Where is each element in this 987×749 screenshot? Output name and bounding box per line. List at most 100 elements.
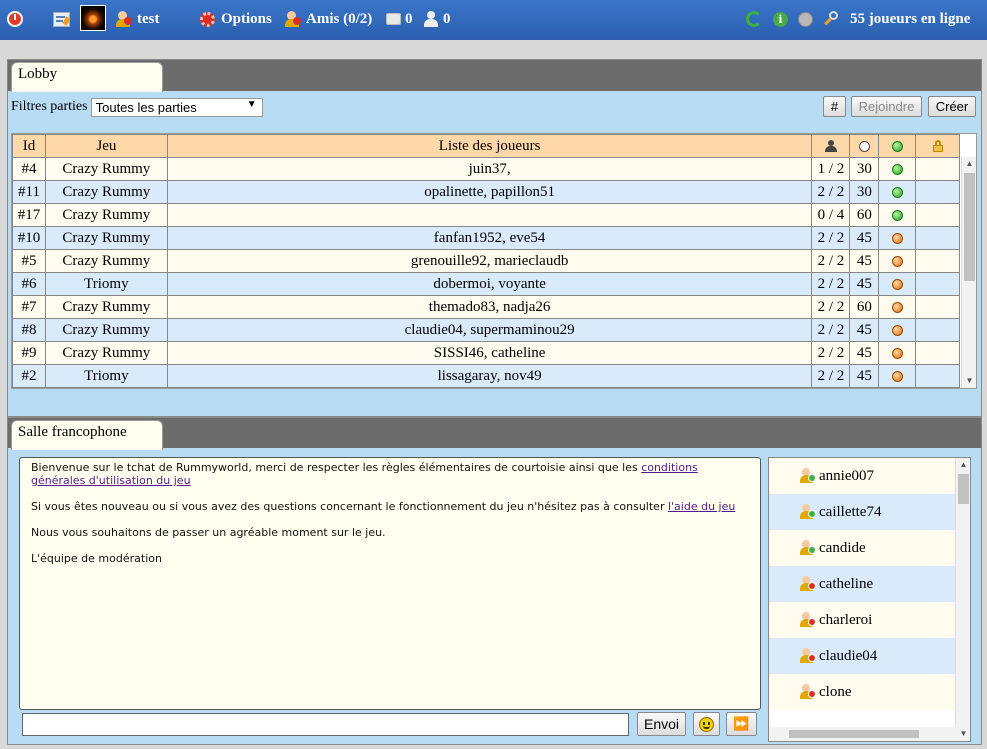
player-count-cell: 2 / 2 — [811, 226, 851, 250]
table-row[interactable]: #5 Crazy Rummy grenouille92, marieclaudb 2 … — [12, 249, 976, 273]
tab-salle-francophone[interactable]: Salle francophone — [11, 420, 163, 450]
game-id-cell: #5 — [12, 249, 46, 273]
scroll-down-arrow[interactable]: ▼ — [962, 374, 976, 388]
time-cell: 45 — [849, 364, 880, 388]
player-count-cell: 1 / 2 — [811, 157, 851, 181]
table-row[interactable]: #8 Crazy Rummy claudie04, supermaminou29 2 … — [12, 318, 976, 342]
tab-lobby[interactable]: Lobby — [11, 62, 163, 92]
users-scrollbar[interactable]: ▲ ▼ — [955, 458, 970, 741]
refresh-icon[interactable] — [746, 8, 762, 30]
chat-message: Bienvenue sur le tchat de Rummyworld, me… — [31, 461, 749, 487]
smiley-button[interactable] — [693, 712, 720, 736]
player-count-cell: 0 / 4 — [811, 203, 851, 227]
user-list-item[interactable]: caillette74 — [769, 494, 970, 530]
info-icon[interactable]: i — [773, 8, 788, 30]
status-dot-icon — [891, 163, 903, 175]
column-header-players[interactable]: Liste des joueurs — [166, 134, 813, 158]
table-row[interactable]: #11 Crazy Rummy opalinette, papillon51 2 / … — [12, 180, 976, 204]
options-link[interactable]: Options — [221, 8, 272, 30]
edit-profile-icon[interactable] — [53, 8, 71, 30]
game-type-cell: Crazy Rummy — [44, 295, 168, 319]
scroll-up-arrow[interactable]: ▲ — [962, 157, 976, 171]
players-cell: fanfan1952, eve54 — [166, 226, 813, 250]
message-icon[interactable] — [386, 8, 401, 30]
scroll-thumb[interactable] — [958, 474, 969, 504]
game-type-cell: Crazy Rummy — [44, 341, 168, 365]
hash-button[interactable]: # — [823, 96, 846, 117]
sound-icon[interactable] — [798, 8, 813, 30]
time-cell: 45 — [849, 318, 880, 342]
user-status-icon — [800, 576, 816, 592]
column-header-time[interactable] — [849, 134, 880, 158]
time-cell: 45 — [849, 341, 880, 365]
column-header-lock[interactable] — [915, 134, 961, 158]
player-count-cell: 2 / 2 — [811, 341, 851, 365]
avatar[interactable] — [80, 5, 106, 31]
hscroll-thumb[interactable] — [789, 730, 919, 738]
column-header-game[interactable]: Jeu — [44, 134, 168, 158]
requests-count[interactable]: 0 — [443, 8, 451, 30]
scroll-thumb[interactable] — [964, 173, 975, 281]
users-hscrollbar[interactable] — [769, 727, 957, 741]
help-link[interactable]: l'aide du jeu — [668, 500, 735, 513]
table-header-row: Id Jeu Liste des joueurs — [12, 134, 976, 158]
create-button[interactable]: Créer — [928, 96, 976, 117]
username[interactable]: test — [137, 8, 160, 30]
user-name: clone — [819, 683, 852, 700]
table-row[interactable]: #17 Crazy Rummy 0 / 4 60 — [12, 203, 976, 227]
user-name: claudie04 — [819, 647, 878, 664]
column-header-count[interactable] — [811, 134, 851, 158]
game-type-cell: Crazy Rummy — [44, 318, 168, 342]
forward-button[interactable]: ⏩ — [726, 712, 757, 736]
lock-cell — [915, 295, 961, 319]
scroll-down-arrow[interactable]: ▼ — [956, 727, 970, 741]
user-list-item[interactable]: claudie04 — [769, 638, 970, 674]
search-icon[interactable] — [823, 8, 839, 30]
online-count: 55 joueurs en ligne — [850, 10, 971, 27]
game-type-cell: Triomy — [44, 364, 168, 388]
table-row[interactable]: #10 Crazy Rummy fanfan1952, eve54 2 / 2 45 — [12, 226, 976, 250]
chevron-down-icon: ▼ — [246, 98, 257, 110]
user-list-item[interactable]: clone — [769, 674, 970, 710]
status-dot-icon — [891, 186, 903, 198]
games-scrollbar[interactable]: ▲ ▼ — [961, 157, 976, 388]
lock-cell — [915, 203, 961, 227]
scroll-header-gap — [959, 134, 976, 158]
send-button[interactable]: Envoi — [637, 712, 686, 736]
user-list-item[interactable]: catheline — [769, 566, 970, 602]
user-status-icon — [800, 684, 816, 700]
game-id-cell: #11 — [12, 180, 46, 204]
table-row[interactable]: #4 Crazy Rummy juin37, 1 / 2 30 — [12, 157, 976, 181]
clock-icon — [858, 140, 870, 152]
table-row[interactable]: #7 Crazy Rummy themado83, nadja26 2 / 2 60 — [12, 295, 976, 319]
column-header-id[interactable]: Id — [12, 134, 46, 158]
status-cell — [878, 272, 917, 296]
game-id-cell: #10 — [12, 226, 46, 250]
gear-icon[interactable] — [200, 8, 215, 30]
table-row[interactable]: #6 Triomy dobermoi, voyante 2 / 2 45 — [12, 272, 976, 296]
column-header-status[interactable] — [878, 134, 917, 158]
game-id-cell: #9 — [12, 341, 46, 365]
power-icon[interactable] — [7, 8, 23, 30]
lock-cell — [915, 364, 961, 388]
user-list-item[interactable]: candide — [769, 530, 970, 566]
game-id-cell: #8 — [12, 318, 46, 342]
user-request-icon[interactable] — [424, 8, 440, 30]
table-row[interactable]: #2 Triomy lissagaray, nov49 2 / 2 45 — [12, 364, 976, 388]
status-dot-icon — [891, 347, 903, 359]
user-list-item[interactable]: charleroi — [769, 602, 970, 638]
user-list-item[interactable]: annie007 — [769, 458, 970, 494]
table-row[interactable]: #9 Crazy Rummy SISSI46, catheline 2 / 2 45 — [12, 341, 976, 365]
scroll-up-arrow[interactable]: ▲ — [956, 458, 970, 472]
filter-select[interactable]: Toutes les parties ▼ — [90, 97, 263, 117]
game-id-cell: #6 — [12, 272, 46, 296]
lock-cell — [915, 226, 961, 250]
lock-cell — [915, 272, 961, 296]
status-dot-icon — [891, 232, 903, 244]
smiley-icon — [699, 716, 714, 732]
chat-input[interactable] — [22, 713, 629, 736]
friends-link[interactable]: Amis (0/2) — [306, 8, 372, 30]
messages-count[interactable]: 0 — [405, 8, 413, 30]
lock-cell — [915, 157, 961, 181]
join-button[interactable]: Rejoindre — [851, 96, 922, 117]
